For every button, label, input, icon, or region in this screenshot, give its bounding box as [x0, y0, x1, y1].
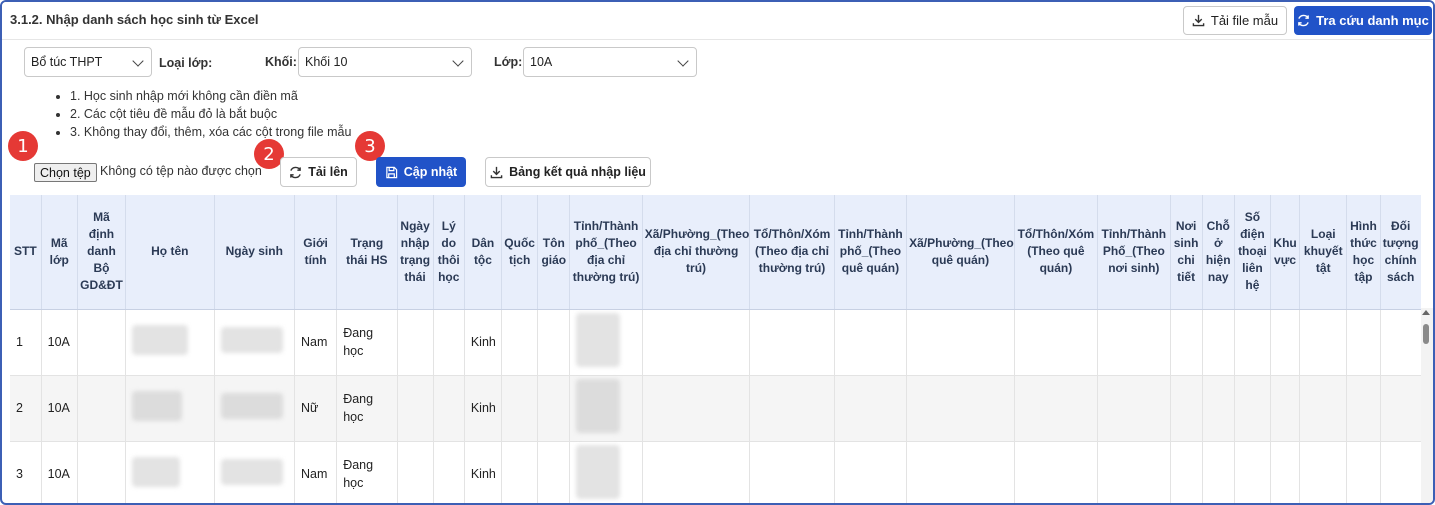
cell-birthdate [214, 441, 295, 503]
column-header[interactable]: Mã định danh Bộ GD&ĐT [77, 195, 127, 310]
table-row[interactable]: 3 10A Nam Đang học Kinh [10, 441, 1421, 503]
cell-gender: Nam [294, 309, 338, 376]
grade-select-value: Khối 10 [305, 55, 348, 69]
page-frame: 3.1.2. Nhập danh sách học sinh từ Excel … [0, 0, 1435, 505]
cell-stt: 2 [10, 375, 42, 442]
cell-status: Đang học [336, 375, 398, 442]
column-header[interactable]: Khu vực [1270, 195, 1301, 310]
update-label: Cập nhật [403, 165, 458, 179]
instruction-item: 3. Không thay đổi, thêm, xóa các cột tro… [70, 123, 351, 141]
lookup-catalog-button[interactable]: Tra cứu danh mục [1294, 6, 1432, 35]
cell-gender: Nam [294, 441, 338, 503]
no-file-text: Không có tệp nào được chọn [100, 164, 262, 178]
cell-name [125, 441, 215, 503]
class-select[interactable]: 10A [523, 47, 697, 77]
cell-province [569, 309, 643, 376]
column-header[interactable]: Ngày sinh [214, 195, 295, 310]
cell-class: 10A [41, 375, 78, 442]
cell-birthdate [214, 375, 295, 442]
download-icon [1192, 14, 1205, 27]
column-header[interactable]: Đối tượng chính sách [1380, 195, 1421, 310]
save-icon [385, 166, 398, 179]
column-header[interactable]: Tổ/Thôn/Xóm (Theo quê quán) [1014, 195, 1099, 310]
table-header-row: STT Mã lớp Mã định danh Bộ GD&ĐT Họ tên … [10, 195, 1421, 310]
column-header[interactable]: Tổ/Thôn/Xóm (Theo địa chỉ thường trú) [749, 195, 835, 310]
class-type-label: Loại lớp: [159, 56, 213, 70]
cell-id [77, 375, 127, 442]
upload-button[interactable]: Tải lên [280, 157, 357, 187]
grade-label: Khối: [265, 55, 297, 69]
column-header[interactable]: Họ tên [125, 195, 215, 310]
program-select-value: Bổ túc THPT [31, 55, 103, 69]
cell-status: Đang học [336, 309, 398, 376]
column-header[interactable]: Số điện thoại liên hệ [1234, 195, 1272, 310]
header-bar: 3.1.2. Nhập danh sách học sinh từ Excel … [2, 2, 1433, 40]
chevron-down-icon [132, 55, 144, 67]
cell-name [125, 375, 215, 442]
cell-id [77, 441, 127, 503]
cell-ethnicity: Kinh [464, 441, 503, 503]
class-select-value: 10A [530, 55, 553, 69]
upload-label: Tải lên [308, 165, 348, 179]
column-header[interactable]: Dân tộc [464, 195, 503, 310]
cell-class: 10A [41, 309, 78, 376]
column-header[interactable]: Tỉnh/Thành Phố_(Theo nơi sinh) [1097, 195, 1171, 310]
column-header[interactable]: Trạng thái HS [336, 195, 398, 310]
cell-province [569, 375, 643, 442]
cell-class: 10A [41, 441, 78, 503]
download-icon [490, 166, 503, 179]
result-table-button[interactable]: Bảng kết quả nhập liệu [485, 157, 651, 187]
download-template-button[interactable]: Tải file mẫu [1183, 6, 1287, 35]
cell-stt: 1 [10, 309, 42, 376]
cell-ethnicity: Kinh [464, 309, 503, 376]
cell-status: Đang học [336, 441, 398, 503]
column-header[interactable]: Chỗ ở hiện nay [1202, 195, 1235, 310]
lookup-catalog-label: Tra cứu danh mục [1316, 13, 1429, 28]
instruction-item: 2. Các cột tiêu đề mẫu đỏ là bắt buộc [70, 105, 351, 123]
column-header[interactable]: Hình thức học tập [1346, 195, 1381, 310]
download-template-label: Tải file mẫu [1210, 13, 1279, 28]
step-badge-1: 1 [8, 131, 38, 161]
chevron-down-icon [677, 55, 689, 67]
instruction-list: 1. Học sinh nhập mới không cần điền mã 2… [54, 87, 351, 141]
cell-gender: Nữ [294, 375, 338, 442]
table-row[interactable]: 2 10A Nữ Đang học Kinh [10, 375, 1421, 442]
column-header[interactable]: STT [10, 195, 42, 310]
update-button[interactable]: Cập nhật [376, 157, 466, 187]
column-header[interactable]: Quốc tịch [501, 195, 539, 310]
column-header[interactable]: Tôn giáo [537, 195, 571, 310]
scrollbar-thumb[interactable] [1423, 324, 1429, 344]
column-header[interactable]: Tỉnh/Thành phố_(Theo quê quán) [834, 195, 908, 310]
result-table-label: Bảng kết quả nhập liệu [509, 165, 646, 179]
class-label: Lớp: [494, 55, 523, 69]
column-header[interactable]: Giới tính [294, 195, 338, 310]
cell-ethnicity: Kinh [464, 375, 503, 442]
cell-province [569, 441, 643, 503]
cell-birthdate [214, 309, 295, 376]
refresh-icon [1297, 14, 1310, 27]
table-row[interactable]: 1 10A Nam Đang học Kinh [10, 309, 1421, 376]
scroll-up-arrow[interactable] [1422, 310, 1430, 315]
column-header[interactable]: Nơi sinh chi tiết [1170, 195, 1203, 310]
grade-select[interactable]: Khối 10 [298, 47, 472, 77]
refresh-icon [289, 166, 302, 179]
student-table: STT Mã lớp Mã định danh Bộ GD&ĐT Họ tên … [10, 195, 1421, 503]
choose-file-button[interactable]: Chọn tệp [34, 163, 97, 182]
program-select[interactable]: Bổ túc THPT [24, 47, 152, 77]
cell-id [77, 309, 127, 376]
column-header[interactable]: Ngày nhập trạng thái [397, 195, 434, 310]
cell-name [125, 309, 215, 376]
column-header[interactable]: Xã/Phường_(Theo quê quán) [906, 195, 1015, 310]
page-title: 3.1.2. Nhập danh sách học sinh từ Excel [10, 12, 259, 27]
column-header[interactable]: Loại khuyết tật [1299, 195, 1348, 310]
instruction-item: 1. Học sinh nhập mới không cần điền mã [70, 87, 351, 105]
column-header[interactable]: Tỉnh/Thành phố_(Theo địa chỉ thường trú) [569, 195, 643, 310]
chevron-down-icon [452, 55, 464, 67]
column-header[interactable]: Mã lớp [41, 195, 78, 310]
cell-stt: 3 [10, 441, 42, 503]
column-header[interactable]: Xã/Phường_(Theo địa chỉ thường trú) [642, 195, 751, 310]
column-header[interactable]: Lý do thôi học [433, 195, 465, 310]
